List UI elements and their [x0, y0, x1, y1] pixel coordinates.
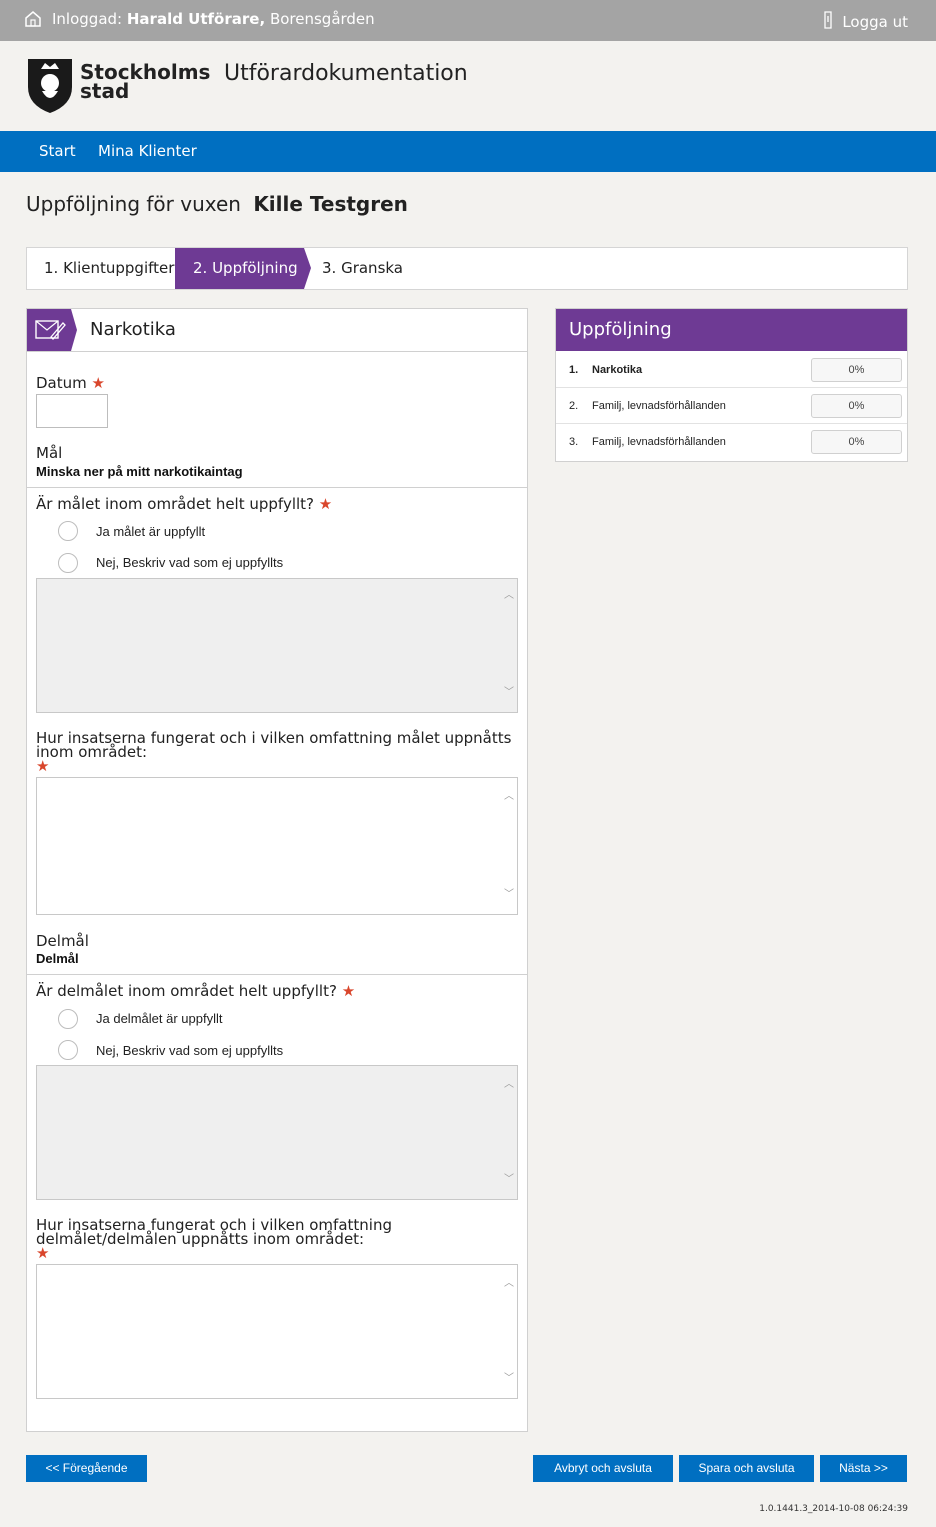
step-uppfoljning[interactable]: 2. Uppföljning: [175, 248, 304, 289]
step-granska[interactable]: 3. Granska: [322, 248, 403, 289]
site-header: Stockholms stad Utförardokumentation: [0, 41, 936, 131]
divider: [27, 487, 527, 488]
form-panel: Narkotika Datum ★ Mål Minska ner på mitt…: [26, 308, 528, 1432]
step-klientuppgifter[interactable]: 1. Klientuppgifter: [44, 248, 174, 289]
step-arrow: [304, 248, 311, 289]
subgoal-fulfilled-yes-radio[interactable]: [58, 1009, 78, 1029]
home-icon[interactable]: [24, 10, 42, 28]
progress-badge: 0%: [811, 430, 902, 454]
date-label: Datum ★: [36, 374, 105, 392]
scroll-up-icon[interactable]: ︿: [504, 1279, 514, 1289]
subgoal-fulfilled-question: Är delmålet inom området helt uppfyllt? …: [36, 982, 355, 1000]
scroll-up-icon[interactable]: ︿: [504, 591, 514, 601]
subgoal-fulfilled-no-label[interactable]: Nej, Beskriv vad som ej uppfyllts: [96, 1043, 283, 1058]
version-label: 1.0.1441.3_2014-10-08 06:24:39: [759, 1504, 908, 1514]
logout-icon: [822, 10, 834, 34]
goal-fulfilled-yes-radio[interactable]: [58, 521, 78, 541]
logo-line2: stad: [80, 79, 130, 103]
sidebar-item-label: Familj, levnadsförhållanden: [592, 400, 726, 412]
sidebar-item-number: 2.: [569, 400, 579, 412]
login-info: Inloggad: Harald Utförare, Borensgården: [52, 10, 375, 28]
document-edit-icon: [27, 309, 71, 351]
scroll-up-icon[interactable]: ︿: [504, 1080, 514, 1090]
subgoal-fulfilled-question-text: Är delmålet inom området helt uppfyllt?: [36, 982, 337, 1000]
subgoal-how-textarea[interactable]: ︿ ﹀: [36, 1264, 518, 1399]
save-button[interactable]: Spara och avsluta: [679, 1455, 814, 1482]
subgoal-fulfilled-no-radio[interactable]: [58, 1040, 78, 1060]
goal-fulfilled-yes-label[interactable]: Ja målet är uppfyllt: [96, 524, 205, 539]
sidebar-item-number: 3.: [569, 436, 579, 448]
goal-fulfilled-no-radio[interactable]: [58, 553, 78, 573]
scroll-down-icon[interactable]: ﹀: [504, 1374, 514, 1384]
required-star-icon: ★: [36, 1244, 50, 1262]
subgoal-value: Delmål: [36, 951, 79, 966]
goal-how-question-text: Hur insatserna fungerat och i vilken omf…: [36, 729, 512, 761]
main-nav: Start Mina Klienter: [0, 131, 936, 172]
previous-button[interactable]: << Föregående: [26, 1455, 147, 1482]
logo-text: Stockholms stad: [80, 62, 210, 103]
panel-icon-tip: [71, 309, 77, 351]
sidebar-item-number: 1.: [569, 364, 579, 376]
divider: [27, 974, 527, 975]
required-star-icon: ★: [36, 757, 50, 775]
subgoal-how-question: Hur insatserna fungerat och i vilken omf…: [36, 1216, 516, 1262]
login-prefix: Inloggad:: [52, 10, 123, 28]
subgoal-fulfilled-yes-label[interactable]: Ja delmålet är uppfyllt: [96, 1011, 222, 1026]
sidebar-item-familj-2[interactable]: 3. Familj, levnadsförhållanden 0%: [556, 424, 907, 460]
client-name: Kille Testgren: [253, 192, 408, 216]
sidebar-item-familj-1[interactable]: 2. Familj, levnadsförhållanden 0%: [556, 388, 907, 424]
scroll-down-icon[interactable]: ﹀: [504, 890, 514, 900]
scrollbar[interactable]: ︿ ﹀: [501, 579, 517, 712]
logout-label: Logga ut: [842, 13, 908, 31]
scroll-up-icon[interactable]: ︿: [504, 792, 514, 802]
scroll-down-icon[interactable]: ﹀: [504, 688, 514, 698]
page-heading-text: Uppföljning för vuxen: [26, 192, 241, 216]
date-field[interactable]: [36, 394, 108, 428]
nav-item-mina-klienter[interactable]: Mina Klienter: [98, 142, 197, 160]
stockholm-logo-icon[interactable]: [26, 57, 74, 115]
goal-fulfilled-question-text: Är målet inom området helt uppfyllt?: [36, 495, 314, 513]
required-star-icon: ★: [318, 495, 333, 513]
scrollbar[interactable]: ︿ ﹀: [501, 1066, 517, 1199]
user-name: Harald Utförare,: [126, 10, 266, 28]
scrollbar[interactable]: ︿ ﹀: [501, 778, 517, 914]
wizard-steps: 1. Klientuppgifter 2. Uppföljning 3. Gra…: [26, 247, 908, 290]
cancel-button[interactable]: Avbryt och avsluta: [533, 1455, 673, 1482]
top-bar: Inloggad: Harald Utförare, Borensgården …: [0, 0, 936, 41]
progress-badge: 0%: [811, 394, 902, 418]
sidebar-item-narkotika[interactable]: 1. Narkotika 0%: [556, 352, 907, 388]
goal-not-fulfilled-textarea[interactable]: ︿ ﹀: [36, 578, 518, 713]
scroll-down-icon[interactable]: ﹀: [504, 1175, 514, 1185]
followup-sidebar: Uppföljning 1. Narkotika 0% 2. Familj, l…: [555, 308, 908, 462]
logout-link[interactable]: Logga ut: [822, 10, 908, 34]
goal-fulfilled-question: Är målet inom området helt uppfyllt? ★: [36, 495, 332, 513]
scrollbar[interactable]: ︿ ﹀: [501, 1265, 517, 1398]
subgoal-label: Delmål: [36, 932, 89, 950]
sidebar-item-label: Narkotika: [592, 364, 643, 376]
unit-name: Borensgården: [269, 10, 375, 28]
nav-item-start[interactable]: Start: [39, 142, 76, 160]
subgoal-not-fulfilled-textarea[interactable]: ︿ ﹀: [36, 1065, 518, 1200]
goal-how-question: Hur insatserna fungerat och i vilken omf…: [36, 729, 516, 775]
progress-badge: 0%: [811, 358, 902, 382]
next-button[interactable]: Nästa >>: [820, 1455, 907, 1482]
goal-label: Mål: [36, 444, 63, 462]
goal-fulfilled-no-label[interactable]: Nej, Beskriv vad som ej uppfyllts: [96, 555, 283, 570]
goal-how-textarea[interactable]: ︿ ﹀: [36, 777, 518, 915]
date-label-text: Datum: [36, 374, 87, 392]
sidebar-title: Uppföljning: [556, 309, 907, 351]
app-title: Utförardokumentation: [224, 61, 468, 86]
goal-value: Minska ner på mitt narkotikaintag: [36, 464, 243, 479]
sidebar-item-label: Familj, levnadsförhållanden: [592, 436, 726, 448]
page-title: Uppföljning för vuxen Kille Testgren: [26, 192, 408, 216]
required-star-icon: ★: [341, 982, 356, 1000]
form-panel-header: Narkotika: [27, 309, 527, 352]
section-title: Narkotika: [90, 319, 176, 340]
subgoal-how-question-text: Hur insatserna fungerat och i vilken omf…: [36, 1216, 392, 1248]
required-star-icon: ★: [91, 374, 105, 392]
